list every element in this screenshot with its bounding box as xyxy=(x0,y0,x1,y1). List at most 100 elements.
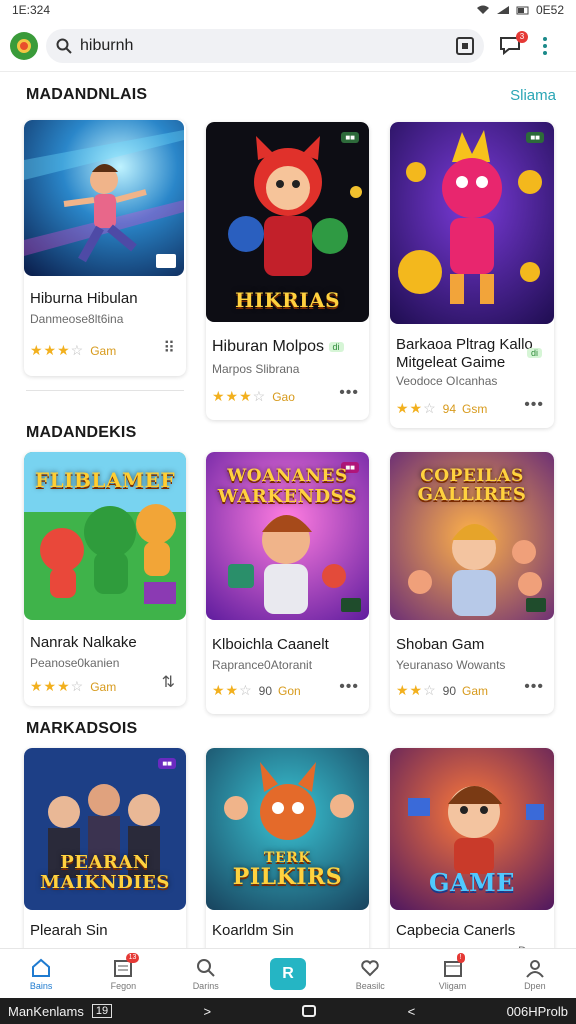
search-icon xyxy=(56,38,72,54)
rating-stars: ★★★☆ xyxy=(212,388,267,404)
thumbnail-art-text-2: WARKENDSS xyxy=(217,486,358,507)
search-box[interactable] xyxy=(46,28,484,63)
card-title: Hiburan Molpos di xyxy=(212,338,344,356)
nav-label: Dpen xyxy=(524,980,546,991)
nav-center[interactable]: R xyxy=(258,957,318,990)
app-logo-icon[interactable] xyxy=(10,31,38,60)
thumbnail-badge: ■■ xyxy=(158,758,176,769)
thumbnail-art-text-2: PILKIRS xyxy=(232,864,343,890)
section-header: MARKADSOIS xyxy=(26,720,556,738)
game-thumbnail: FLIBLAMEF xyxy=(24,452,186,620)
system-nav-left: ManKenlams 19 xyxy=(8,1003,113,1019)
system-nav-right: 006HProlb xyxy=(506,1003,568,1019)
thumbnail-art-text: HIKRIAS xyxy=(234,288,341,312)
thumbnail-badge: ■■ xyxy=(526,132,544,143)
card-tag: Gam xyxy=(90,343,117,358)
card-tag: Gao xyxy=(272,389,295,404)
card-meta: ★★☆ 94 Gsm xyxy=(396,400,487,417)
signal-icon xyxy=(496,6,509,14)
rating-stars: ★★☆ xyxy=(396,682,437,698)
card-title: Hiburna Hibulan xyxy=(30,290,138,307)
thumbnail-art-text: GAME xyxy=(429,868,515,897)
game-card[interactable]: ■■ PEARAN MAIKNDIES Plearah Sin xyxy=(24,748,186,958)
more-options-icon[interactable]: ••• xyxy=(339,384,359,402)
nav-profile[interactable]: Dpen xyxy=(505,957,565,991)
wifi-icon xyxy=(476,5,489,14)
nav-search[interactable]: Darins xyxy=(176,957,236,991)
nav-badge-dot: ! xyxy=(456,952,465,963)
rating-stars: ★★☆ xyxy=(212,682,253,698)
card-chip: di xyxy=(328,341,344,352)
card-tag: Gon xyxy=(278,683,301,698)
card-meta: ★★★☆ Gam xyxy=(30,342,116,359)
battery-icon xyxy=(516,6,529,15)
system-nav-box: 19 xyxy=(91,1004,113,1018)
top-bar: 3 xyxy=(0,20,576,72)
status-icons: 0E52 xyxy=(476,3,564,17)
rating-stars: ★★★☆ xyxy=(30,342,85,358)
nav-label: Fegon xyxy=(110,980,137,991)
game-thumbnail xyxy=(24,120,184,276)
game-card[interactable]: TERK PILKIRS Koarldm Sin xyxy=(206,748,369,958)
game-thumbnail: COPEILAS GALLIRES xyxy=(390,452,554,620)
game-card[interactable]: ■■ WOANANES WARKENDSS Klboichla Caanelt … xyxy=(206,452,369,714)
card-title-text: Barkaoa Pltrag Kallo xyxy=(396,336,533,353)
thumbnail-art-text-2: GALLIRES xyxy=(417,484,527,505)
game-card[interactable]: ■■ Barkaoa Pltrag Kallo Mitgeleat Gaime … xyxy=(390,122,554,428)
center-action-icon[interactable]: R xyxy=(269,957,306,990)
thumbnail-badge: ■■ xyxy=(341,132,359,143)
nav-library[interactable]: 13 Fegon xyxy=(93,952,153,991)
card-title: Koarldm Sin xyxy=(212,922,294,939)
app-root: 1E:324 0E52 3 MADANDNLAIS Sliama xyxy=(0,0,576,1024)
card-tag: Gam xyxy=(90,679,117,694)
game-card[interactable]: FLIBLAMEF Nanrak Nalkake Peanose0kanien … xyxy=(24,452,186,706)
system-nav-bar: ManKenlams 19 > < 006HProlb xyxy=(0,998,576,1024)
nav-label: Vligam xyxy=(438,980,467,991)
card-title-text: Hiburan Molpos xyxy=(212,338,325,355)
heart-icon xyxy=(361,959,380,976)
more-options-icon[interactable]: ••• xyxy=(339,678,359,696)
sort-icon[interactable]: ⇅ xyxy=(162,672,176,692)
game-card[interactable]: COPEILAS GALLIRES Shoban Gam Yeuranaso W… xyxy=(390,452,554,714)
more-options-icon[interactable]: ••• xyxy=(524,396,544,414)
section-header: MADANDNLAIS Sliama xyxy=(26,86,556,104)
game-thumbnail: TERK PILKIRS xyxy=(206,748,369,910)
game-thumbnail: GAME xyxy=(390,748,554,910)
card-title: Barkaoa Pltrag Kallo xyxy=(396,336,533,353)
thumbnail-art-text: COPEILAS xyxy=(420,466,524,486)
notifications-button[interactable]: 3 xyxy=(498,30,528,59)
status-time: 1E:324 xyxy=(12,3,51,17)
home-button-icon[interactable] xyxy=(302,1005,317,1017)
game-thumbnail: ■■ PEARAN MAIKNDIES xyxy=(24,748,186,910)
system-nav-text: ManKenlams xyxy=(8,1003,84,1019)
card-rating: 94 xyxy=(442,401,457,416)
game-card[interactable]: GAME Capbecia Canerls Dens xyxy=(390,748,554,958)
card-rating: 90 xyxy=(258,683,273,698)
card-title: Plearah Sin xyxy=(30,922,108,939)
see-all-link[interactable]: Sliama xyxy=(510,87,556,104)
search-icon xyxy=(196,958,215,977)
nav-label: Bains xyxy=(29,980,53,991)
game-thumbnail: ■■ WOANANES WARKENDSS xyxy=(206,452,369,620)
lens-icon[interactable] xyxy=(456,36,474,55)
rating-stars: ★★★☆ xyxy=(30,678,85,694)
more-options-icon[interactable]: ••• xyxy=(524,678,544,696)
back-icon[interactable]: < xyxy=(408,1004,416,1019)
nav-badge: 13 xyxy=(125,952,140,963)
card-meta: ★★★☆ Gao xyxy=(212,388,295,405)
nav-label: Beasilc xyxy=(355,980,385,991)
game-card[interactable]: ■■ HIKRIAS Hiburan Molpos di Marpos Slib… xyxy=(206,122,369,420)
overflow-menu-icon[interactable] xyxy=(542,36,548,55)
thumbnail-corner-icon xyxy=(526,598,546,612)
thumbnail-art-text-2: MAIKNDIES xyxy=(40,872,170,893)
nav-updates[interactable]: ! Vligam xyxy=(423,952,483,991)
forward-icon[interactable]: > xyxy=(203,1004,211,1019)
nav-home[interactable]: Bains xyxy=(11,957,71,991)
card-tag: Gam xyxy=(462,683,489,698)
nav-favorites[interactable]: Beasilc xyxy=(340,957,400,991)
game-card[interactable]: Hiburna Hibulan Danmeose8lt6ina ★★★☆ Gam… xyxy=(24,120,186,376)
section-title: MADANDNLAIS xyxy=(26,86,148,103)
search-input[interactable] xyxy=(80,36,456,55)
drag-handle-icon[interactable]: ⠿ xyxy=(163,338,176,358)
card-subtitle: Marpos Slibrana xyxy=(212,362,300,376)
